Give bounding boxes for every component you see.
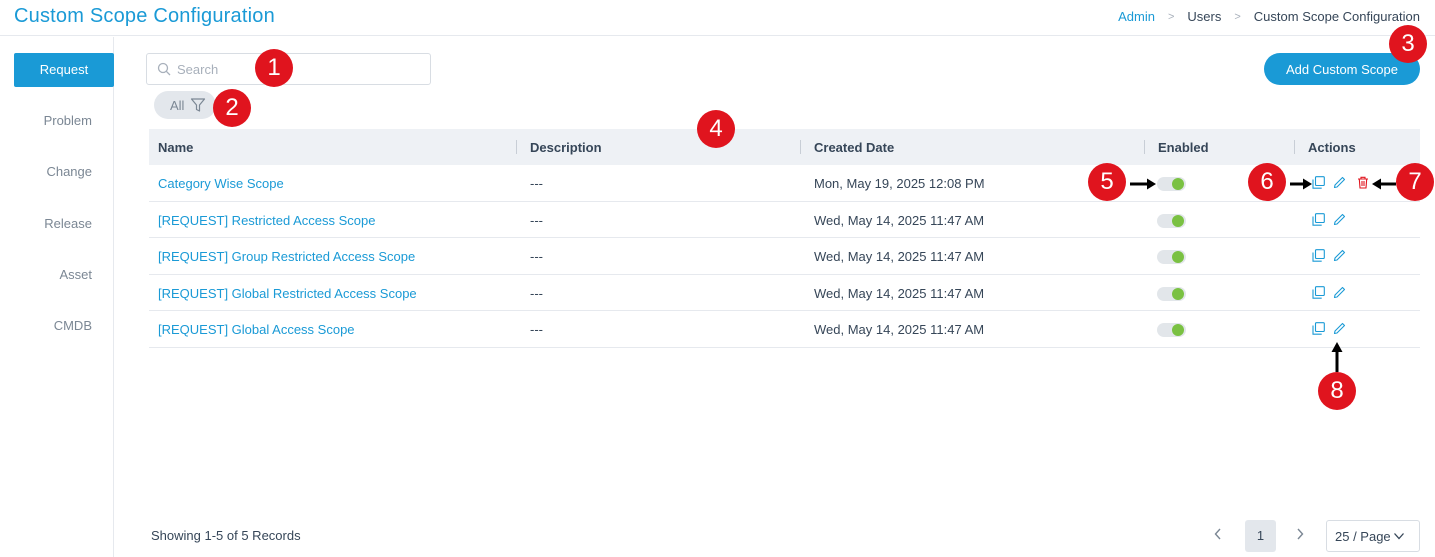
edit-icon[interactable] <box>1333 286 1346 302</box>
breadcrumb-users[interactable]: Users <box>1187 9 1221 24</box>
toggle-knob <box>1172 178 1184 190</box>
clone-icon[interactable] <box>1312 249 1325 265</box>
toggle-knob <box>1172 251 1184 263</box>
sidebar-item-cmdb[interactable]: CMDB <box>14 309 114 343</box>
clone-icon[interactable] <box>1312 212 1325 229</box>
custom-scope-table: Name Description Created Date Enabled Ac… <box>149 129 1420 348</box>
annotation-arrow-left-icon <box>1372 178 1396 190</box>
scope-description: --- <box>530 249 543 264</box>
column-divider[interactable] <box>1144 140 1145 154</box>
page-header: Custom Scope Configuration Admin > Users… <box>0 0 1435 36</box>
column-header-created-date[interactable]: Created Date <box>814 140 894 155</box>
annotation-badge: 6 <box>1248 163 1286 201</box>
table-row: Category Wise Scope --- Mon, May 19, 202… <box>149 165 1420 202</box>
breadcrumb-separator-icon: > <box>1167 10 1175 23</box>
column-divider[interactable] <box>516 140 517 154</box>
clone-icon[interactable] <box>1312 285 1325 302</box>
page-number-button[interactable]: 1 <box>1245 520 1276 552</box>
table-row: [REQUEST] Global Restricted Access Scope… <box>149 275 1420 311</box>
sidebar-item-release[interactable]: Release <box>14 207 114 241</box>
annotation-badge: 2 <box>213 89 251 127</box>
column-header-description[interactable]: Description <box>530 140 602 155</box>
annotation-badge: 4 <box>697 110 735 148</box>
edit-icon[interactable] <box>1333 249 1346 265</box>
breadcrumb-separator-icon: > <box>1234 10 1241 23</box>
scope-name-link[interactable]: [REQUEST] Restricted Access Scope <box>158 213 375 228</box>
enabled-toggle[interactable] <box>1157 286 1186 301</box>
page-title: Custom Scope Configuration <box>14 5 275 27</box>
annotation-badge: 1 <box>255 49 293 87</box>
scope-created-date: Mon, May 19, 2025 12:08 PM <box>814 176 985 191</box>
enabled-toggle[interactable] <box>1157 250 1186 264</box>
scope-description: --- <box>530 176 543 191</box>
edit-icon[interactable] <box>1333 213 1346 229</box>
annotation-arrow-up-icon <box>1331 342 1343 372</box>
scope-name-link[interactable]: [REQUEST] Global Access Scope <box>158 322 355 337</box>
page-size-select[interactable]: 25 / Page <box>1326 520 1420 552</box>
records-summary: Showing 1-5 of 5 Records <box>151 528 301 543</box>
sidebar-item-problem[interactable]: Problem <box>14 104 114 138</box>
annotation-badge: 3 <box>1389 25 1427 63</box>
toggle-knob <box>1172 214 1184 227</box>
scope-name-link[interactable]: [REQUEST] Global Restricted Access Scope <box>158 286 417 301</box>
breadcrumb: Admin > Users > Custom Scope Configurati… <box>1118 9 1420 24</box>
scope-created-date: Wed, May 14, 2025 11:47 AM <box>814 322 985 337</box>
scope-description: --- <box>530 212 543 228</box>
annotation-badge: 5 <box>1088 163 1126 201</box>
search-icon <box>157 62 171 76</box>
edit-icon[interactable] <box>1333 322 1346 338</box>
table-header: Name Description Created Date Enabled Ac… <box>149 129 1420 165</box>
enabled-toggle[interactable] <box>1157 323 1186 337</box>
scope-created-date: Wed, May 14, 2025 11:47 AM <box>814 212 985 228</box>
scope-description: --- <box>530 322 543 337</box>
table-row: [REQUEST] Group Restricted Access Scope … <box>149 238 1420 275</box>
column-header-enabled: Enabled <box>1158 140 1209 155</box>
toggle-knob <box>1172 287 1184 300</box>
annotation-badge: 8 <box>1318 372 1356 410</box>
breadcrumb-current: Custom Scope Configuration <box>1253 9 1420 24</box>
enabled-toggle[interactable] <box>1157 213 1186 228</box>
chevron-left-icon[interactable] <box>1213 527 1223 544</box>
sidebar-item-request[interactable]: Request <box>14 53 114 87</box>
table-row: [REQUEST] Restricted Access Scope --- We… <box>149 202 1420 238</box>
delete-icon[interactable] <box>1357 176 1369 192</box>
scope-created-date: Wed, May 14, 2025 11:47 AM <box>814 285 985 301</box>
annotation-badge: 7 <box>1396 163 1434 201</box>
column-divider[interactable] <box>1294 140 1295 154</box>
filter-icon <box>191 98 206 112</box>
scope-name-link[interactable]: [REQUEST] Group Restricted Access Scope <box>158 249 415 264</box>
chevron-down-icon <box>1393 533 1404 540</box>
toggle-knob <box>1172 324 1184 336</box>
table-row: [REQUEST] Global Access Scope --- Wed, M… <box>149 311 1420 348</box>
page-size-value: 25 / Page <box>1335 528 1391 544</box>
scope-created-date: Wed, May 14, 2025 11:47 AM <box>814 249 985 264</box>
column-divider[interactable] <box>800 140 801 154</box>
sidebar-item-change[interactable]: Change <box>14 155 114 189</box>
module-sidebar: Request Problem Change Release Asset CMD… <box>0 37 114 557</box>
edit-icon[interactable] <box>1333 176 1346 192</box>
annotation-arrow-right-icon <box>1290 178 1312 190</box>
annotation-arrow-right-icon <box>1130 178 1156 190</box>
chevron-right-icon[interactable] <box>1295 527 1305 544</box>
enabled-toggle[interactable] <box>1157 177 1186 191</box>
column-header-name[interactable]: Name <box>158 140 193 155</box>
clone-icon[interactable] <box>1312 322 1325 338</box>
scope-name-link[interactable]: Category Wise Scope <box>158 176 284 191</box>
sidebar-item-asset[interactable]: Asset <box>14 258 114 292</box>
breadcrumb-admin[interactable]: Admin <box>1118 9 1155 24</box>
column-header-actions: Actions <box>1308 140 1356 155</box>
scope-description: --- <box>530 285 543 301</box>
filter-dropdown[interactable]: All <box>154 91 216 119</box>
filter-label: All <box>170 97 185 113</box>
